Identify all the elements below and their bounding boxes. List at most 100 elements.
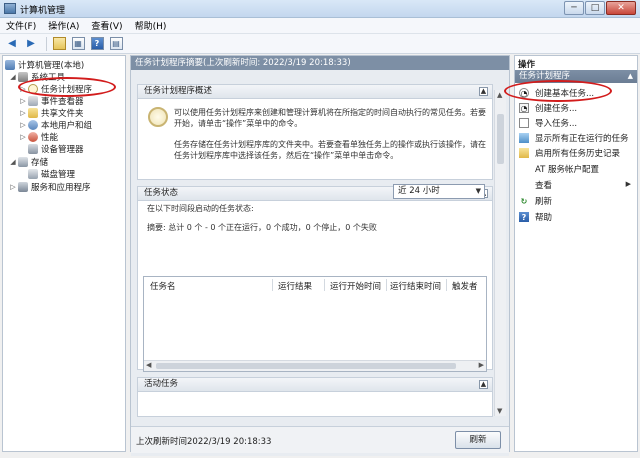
close-button[interactable]: ✕ bbox=[606, 1, 636, 15]
toolbar: ◀ ▶ ▦ ? ▤ bbox=[0, 34, 640, 54]
action-pane-icon[interactable]: ▤ bbox=[108, 36, 124, 52]
scroll-down-icon[interactable]: ▼ bbox=[497, 407, 502, 415]
tree-item-disk-management[interactable]: 磁盘管理 bbox=[28, 168, 75, 180]
create-task-icon: ◔ bbox=[519, 103, 529, 113]
history-folder-icon bbox=[519, 148, 529, 158]
event-viewer-icon bbox=[28, 96, 38, 106]
disk-icon bbox=[28, 169, 38, 179]
action-help[interactable]: ? 帮助 bbox=[519, 210, 637, 224]
last-refresh-time: 上次刷新时间2022/3/19 20:18:33 bbox=[136, 437, 272, 447]
action-refresh[interactable]: ↻ 刷新 bbox=[519, 194, 637, 208]
menu-file[interactable]: 文件(F) bbox=[6, 19, 36, 32]
column-run-result[interactable]: 运行结果 bbox=[278, 280, 312, 292]
tree-item-performance[interactable]: ▷ 性能 bbox=[19, 131, 58, 143]
action-create-basic-task[interactable]: ◔ 创建基本任务... bbox=[519, 86, 637, 100]
window-controls: ─ □ ✕ bbox=[563, 1, 636, 15]
collapse-icon[interactable]: ▲ bbox=[479, 87, 488, 96]
tree-item-task-scheduler[interactable]: ▷ 任务计划程序 bbox=[19, 83, 92, 95]
summary-header: 任务计划程序摘要(上次刷新时间: 2022/3/19 20:18:33) bbox=[131, 56, 509, 70]
overview-section-header[interactable]: 任务计划程序概述 ▲ bbox=[138, 85, 492, 99]
status-summary: 摘要: 总计 0 个 - 0 个正在运行，0 个成功，0 个停止，0 个失败 bbox=[147, 223, 377, 232]
overview-section: 任务计划程序概述 ▲ 可以使用任务计划程序来创建和管理计算机将在所指定的时间自动… bbox=[137, 84, 493, 180]
tree-item-device-manager[interactable]: 设备管理器 bbox=[28, 143, 84, 155]
tree-item-services-apps[interactable]: ▷ 服务和应用程序 bbox=[9, 181, 91, 193]
status-period-select[interactable]: 近 24 小时 ▼ bbox=[393, 184, 485, 199]
up-folder-icon[interactable] bbox=[51, 36, 67, 52]
expand-right-icon[interactable]: ▷ bbox=[19, 121, 27, 129]
column-separator bbox=[272, 279, 273, 291]
expand-down-icon[interactable]: ◢ bbox=[9, 158, 17, 166]
refresh-button[interactable]: 刷新 bbox=[455, 431, 501, 449]
task-scheduler-clock-icon bbox=[148, 107, 168, 127]
action-enable-history[interactable]: 启用所有任务历史记录 bbox=[519, 146, 637, 160]
actions-title: 操作 bbox=[518, 60, 536, 70]
summary-footer: 上次刷新时间2022/3/19 20:18:33 刷新 bbox=[131, 426, 509, 453]
tree-item-local-users[interactable]: ▷ 本地用户和组 bbox=[19, 119, 92, 131]
tree-item-system-tools[interactable]: ◢ 系统工具 bbox=[9, 71, 65, 83]
summary-vertical-scrollbar[interactable]: ▲ ▼ bbox=[494, 90, 506, 416]
column-triggered-by[interactable]: 触发者 bbox=[452, 280, 478, 292]
create-basic-task-icon: ◔ bbox=[519, 88, 529, 98]
column-separator bbox=[446, 279, 447, 291]
performance-icon bbox=[28, 132, 38, 142]
overview-paragraph-2: 任务存储在任务计划程序库的文件夹中。若要查看单独任务上的操作或执行该操作，请在 … bbox=[174, 140, 486, 160]
maximize-button[interactable]: □ bbox=[585, 1, 605, 15]
expand-right-icon[interactable]: ▷ bbox=[19, 133, 27, 141]
tree-item-event-viewer[interactable]: ▷ 事件查看器 bbox=[19, 95, 84, 107]
blank-icon bbox=[519, 164, 529, 174]
task-status-table: 任务名 运行结果 运行开始时间 运行结束时间 触发者 ◀ ▶ bbox=[143, 276, 487, 372]
help-icon[interactable]: ? bbox=[89, 36, 105, 52]
summary-body: 任务计划程序概述 ▲ 可以使用任务计划程序来创建和管理计算机将在所指定的时间自动… bbox=[131, 70, 509, 456]
clock-icon bbox=[28, 84, 38, 94]
action-view[interactable]: 查看 ▶ bbox=[519, 178, 637, 192]
action-at-service-config[interactable]: AT 服务帐户配置 bbox=[519, 162, 637, 176]
forward-arrow-icon[interactable]: ▶ bbox=[23, 36, 39, 52]
collapse-up-icon[interactable]: ▲ bbox=[628, 70, 633, 83]
action-show-running[interactable]: 显示所有正在运行的任务 bbox=[519, 131, 637, 145]
scroll-up-icon[interactable]: ▲ bbox=[497, 91, 502, 99]
window-title: 计算机管理 bbox=[20, 6, 66, 16]
dropdown-arrow-icon: ▼ bbox=[475, 187, 481, 195]
table-horizontal-scrollbar[interactable]: ◀ ▶ bbox=[144, 360, 486, 371]
help-icon: ? bbox=[519, 212, 529, 222]
scroll-thumb[interactable] bbox=[156, 363, 456, 369]
scroll-right-icon[interactable]: ▶ bbox=[479, 361, 484, 369]
menu-help[interactable]: 帮助(H) bbox=[135, 19, 167, 32]
expand-down-icon[interactable]: ◢ bbox=[9, 73, 17, 81]
scroll-left-icon[interactable]: ◀ bbox=[146, 361, 151, 369]
actions-group-header[interactable]: 任务计划程序 ▲ bbox=[515, 70, 637, 83]
menu-view[interactable]: 查看(V) bbox=[91, 19, 122, 32]
storage-icon bbox=[18, 157, 28, 167]
scroll-thumb[interactable] bbox=[497, 114, 504, 164]
navigation-tree: 计算机管理(本地) ◢ 系统工具 ▷ 任务计划程序 ▷ 事件查看器 ▷ 共享文件… bbox=[2, 55, 126, 452]
computer-management-icon bbox=[4, 3, 16, 14]
actions-pane: 操作 任务计划程序 ▲ ◔ 创建基本任务... ◔ 创建任务... 导入任务..… bbox=[514, 55, 638, 452]
show-tree-icon[interactable]: ▦ bbox=[70, 36, 86, 52]
action-create-task[interactable]: ◔ 创建任务... bbox=[519, 101, 637, 115]
expand-right-icon[interactable]: ▷ bbox=[19, 97, 27, 105]
tree-item-storage[interactable]: ◢ 存储 bbox=[9, 156, 48, 168]
collapse-icon[interactable]: ▲ bbox=[479, 380, 488, 389]
minimize-button[interactable]: ─ bbox=[564, 1, 584, 15]
menu-action[interactable]: 操作(A) bbox=[48, 19, 79, 32]
back-arrow-icon[interactable]: ◀ bbox=[4, 36, 20, 52]
status-period-label: 在以下时间段启动的任务状态: bbox=[147, 204, 254, 213]
column-separator bbox=[324, 279, 325, 291]
tree-item-root[interactable]: 计算机管理(本地) bbox=[5, 59, 84, 71]
action-import-task[interactable]: 导入任务... bbox=[519, 116, 637, 130]
column-task-name[interactable]: 任务名 bbox=[150, 280, 176, 292]
active-tasks-section: 活动任务 ▲ bbox=[137, 377, 493, 417]
blank-icon bbox=[519, 180, 529, 190]
expand-right-icon[interactable]: ▷ bbox=[19, 109, 27, 117]
column-run-start[interactable]: 运行开始时间 bbox=[330, 280, 381, 292]
active-tasks-section-header[interactable]: 活动任务 ▲ bbox=[138, 378, 492, 392]
expand-right-icon[interactable]: ▷ bbox=[19, 85, 27, 93]
title-bar: 计算机管理 ─ □ ✕ bbox=[0, 0, 640, 18]
computer-icon bbox=[5, 60, 15, 70]
tree-item-shared-folders[interactable]: ▷ 共享文件夹 bbox=[19, 107, 84, 119]
import-icon bbox=[519, 118, 529, 128]
expand-right-icon[interactable]: ▷ bbox=[9, 183, 17, 191]
column-run-end[interactable]: 运行结束时间 bbox=[390, 280, 441, 292]
services-icon bbox=[18, 182, 28, 192]
column-separator bbox=[386, 279, 387, 291]
